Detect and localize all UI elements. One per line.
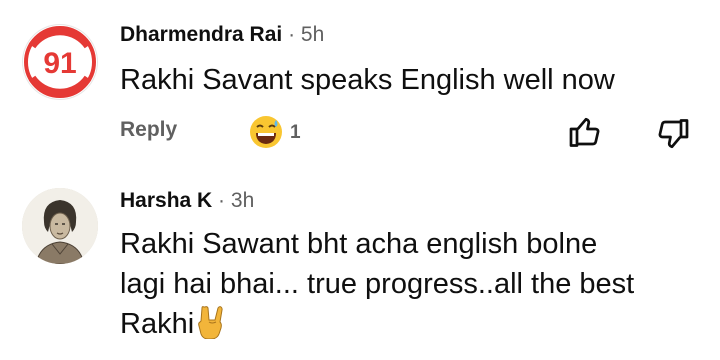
- meta-separator: ·: [288, 23, 296, 46]
- comment-item: 91 Dharmendra Rai · 5h Rakhi Savant spea…: [0, 0, 720, 170]
- comment-text-line: Rakhi: [120, 308, 195, 340]
- comment-text-line: lagi hai bhai... true progress..all the …: [120, 268, 635, 300]
- grinning-sweat-emoji-icon: [250, 116, 282, 148]
- comment-text: Rakhi Sawant bht acha english bolne lagi…: [120, 224, 700, 350]
- reaction-button[interactable]: [248, 114, 284, 155]
- avatar[interactable]: [22, 188, 98, 264]
- thumbs-down-icon: [658, 119, 689, 149]
- comment-meta: Harsha K · 3h: [120, 188, 254, 214]
- avatar-text: 91: [43, 47, 76, 80]
- channel-91-logo-icon: 91: [24, 26, 96, 98]
- reaction-count: 1: [290, 122, 301, 143]
- like-button[interactable]: [568, 114, 604, 155]
- dislike-button[interactable]: [654, 116, 690, 157]
- author-name[interactable]: Dharmendra Rai: [120, 23, 282, 46]
- thumbs-up-icon: [569, 117, 600, 147]
- rock-on-hand-emoji-icon: [198, 305, 228, 350]
- comment-time[interactable]: 3h: [231, 189, 254, 212]
- avatar[interactable]: 91: [22, 24, 98, 100]
- reply-button[interactable]: Reply: [120, 118, 177, 142]
- person-sketch-avatar-icon: [22, 188, 98, 264]
- comment-time[interactable]: 5h: [301, 23, 324, 46]
- comment-text-line-last: Rakhi: [120, 304, 700, 350]
- author-name[interactable]: Harsha K: [120, 189, 212, 212]
- comment-meta: Dharmendra Rai · 5h: [120, 22, 324, 48]
- comment-item: Harsha K · 3h Rakhi Sawant bht acha engl…: [0, 180, 720, 360]
- comment-actions: Reply 1: [120, 114, 700, 150]
- comment-text-line: Rakhi Sawant bht acha english bolne: [120, 228, 598, 260]
- meta-separator: ·: [218, 189, 226, 212]
- comment-text: Rakhi Savant speaks English well now: [120, 64, 615, 96]
